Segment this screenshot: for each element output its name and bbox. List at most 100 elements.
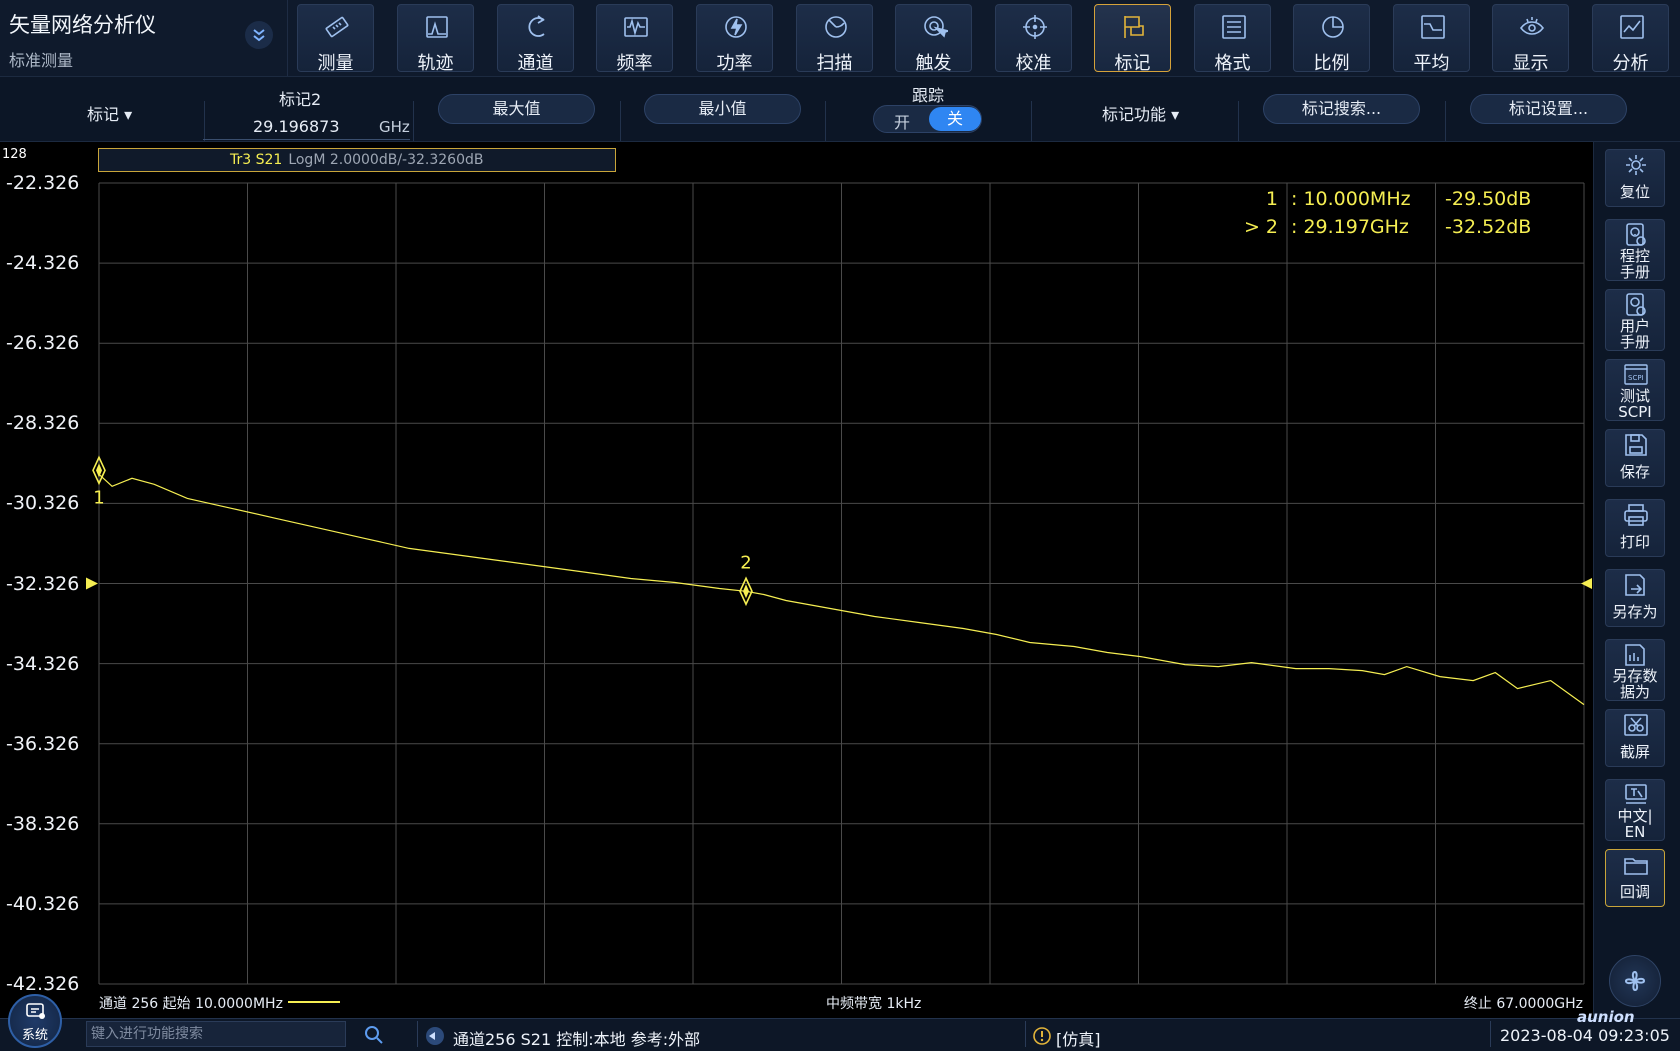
side-button-screenshot[interactable]: 截屏	[1605, 709, 1665, 767]
toolbar-button-ruler[interactable]: 测量	[297, 4, 374, 74]
datetime: 2023-08-04 09:23:05	[1500, 1026, 1670, 1045]
y-axis-tick-label: -34.326	[6, 652, 80, 675]
ruler-icon	[325, 16, 349, 38]
marker-1-label: 1	[93, 487, 104, 508]
app-header: 矢量网络分析仪 标准测量	[0, 0, 288, 76]
programming-manual-icon	[1626, 223, 1646, 246]
user-manual-icon	[1626, 293, 1646, 316]
toolbar-button-format[interactable]: 格式	[1194, 4, 1271, 74]
toolbar-button-marker-flag[interactable]: 标记	[1094, 4, 1171, 74]
side-button-label: 另存数 据为	[1612, 667, 1658, 701]
calibration-icon	[1023, 15, 1047, 39]
reference-level-left-arrow	[86, 577, 98, 590]
marker-search-button[interactable]: 标记搜索...	[1263, 94, 1420, 124]
marker-dropdown[interactable]: 标记 ▾	[87, 101, 132, 125]
brand-logo: aunion	[1577, 1008, 1635, 1026]
brand-logo-text: aunion	[1577, 1008, 1635, 1026]
side-button-label: 程控 手册	[1619, 247, 1650, 281]
side-button-save-data-as[interactable]: 另存数 据为	[1605, 639, 1665, 701]
side-button-save[interactable]: 保存	[1605, 429, 1665, 487]
side-button-recall-folder[interactable]: 回调	[1605, 849, 1665, 907]
double-chevron-down-icon[interactable]	[245, 21, 273, 49]
toolbar-button-scale[interactable]: 比例	[1293, 4, 1370, 74]
tracking-on-option[interactable]: 开	[894, 109, 910, 133]
active-marker-label: 标记2	[279, 90, 322, 109]
marker-function-dropdown[interactable]: 标记功能 ▾	[1102, 101, 1179, 125]
warning-icon	[1033, 1027, 1051, 1045]
format-icon	[1222, 15, 1246, 39]
trace-color-swatch	[288, 1001, 340, 1003]
y-axis-tick-label: -22.326	[6, 172, 80, 194]
app-title: 矢量网络分析仪	[9, 13, 156, 37]
toolbar-button-channel[interactable]: 通道	[497, 4, 574, 74]
side-button-programming-manual[interactable]: 程控 手册	[1605, 219, 1665, 281]
y-axis-tick-label: -24.326	[6, 252, 80, 275]
toolbar-button-label: 触发	[915, 53, 952, 74]
y-axis-tick-label: -40.326	[6, 892, 80, 915]
marker-readout-id: > 2	[1244, 216, 1278, 238]
system-button[interactable]: 系统	[8, 994, 62, 1048]
marker-flag-icon	[1124, 16, 1144, 38]
divider	[1490, 1021, 1491, 1047]
toolbar-button-analysis[interactable]: 分析	[1592, 4, 1669, 74]
marker-settings-button[interactable]: 标记设置...	[1470, 94, 1627, 124]
marker-readout-frequency: : 29.197GHz	[1291, 216, 1409, 238]
divider	[825, 101, 826, 141]
top-toolbar: 矢量网络分析仪 标准测量 测量 轨迹 通道 频率 功率 扫描 触发 校准 标记 格式 比例 平均 显示 分…	[0, 0, 1680, 76]
scpi-test-icon: SCPI	[1624, 364, 1648, 385]
y-axis-tick-label: -26.326	[6, 332, 80, 355]
power-icon	[725, 16, 747, 38]
measurement-mode: 标准测量	[9, 51, 74, 70]
search-icon[interactable]	[363, 1024, 385, 1046]
divider	[413, 101, 414, 141]
side-button-user-manual[interactable]: 用户 手册	[1605, 289, 1665, 351]
toolbar-button-trace[interactable]: 轨迹	[397, 4, 474, 74]
side-button-reset-gear[interactable]: 复位	[1605, 149, 1665, 207]
toolbar-button-label: 扫描	[816, 53, 853, 74]
toolbar-button-display-eye[interactable]: 显示	[1492, 4, 1569, 74]
marker-function-label: 标记功能	[1102, 105, 1167, 124]
side-button-label: 截屏	[1619, 743, 1650, 761]
language-icon	[1625, 784, 1647, 804]
divider	[204, 101, 205, 141]
active-marker-unit[interactable]: GHz	[379, 118, 410, 136]
side-button-scpi-test[interactable]: SCPI 测试 SCPI	[1605, 359, 1665, 421]
max-value-button[interactable]: 最大值	[438, 94, 595, 124]
reference-level-right-arrow	[1581, 578, 1592, 589]
divider	[1238, 101, 1239, 141]
side-button-language[interactable]: 中文| EN	[1605, 779, 1665, 841]
divider	[620, 101, 621, 141]
side-button-print[interactable]: 打印	[1605, 499, 1665, 557]
trace-header[interactable]: Tr3 S21 LogM 2.0000dB/-32.3260dB	[98, 148, 616, 172]
min-value-button[interactable]: 最小值	[644, 94, 801, 124]
toolbar-button-frequency[interactable]: 频率	[596, 4, 673, 74]
toolbar-button-trigger[interactable]: 触发	[895, 4, 972, 74]
channel-status: 通道256 S21 控制:本地 参考:外部	[453, 1030, 701, 1049]
marker-readout-id: 1	[1266, 188, 1278, 210]
save-as-icon	[1625, 574, 1645, 596]
side-button-label: 测试 SCPI	[1618, 387, 1652, 421]
fan-menu-icon[interactable]	[1609, 955, 1661, 1007]
toolbar-button-power[interactable]: 功率	[696, 4, 773, 74]
function-search-input[interactable]	[86, 1021, 346, 1047]
print-icon	[1624, 504, 1648, 526]
toolbar-button-label: 标记	[1114, 53, 1151, 74]
tracking-off-option[interactable]: 关	[929, 107, 981, 131]
svg-text:SCPI: SCPI	[1628, 374, 1644, 382]
softkey-bar: 标记 ▾ 标记2 29.196873 GHz 最大值 最小值 跟踪 开 关 标记…	[0, 76, 1680, 142]
toolbar-button-label: 频率	[616, 53, 653, 74]
toolbar-button-label: 比例	[1313, 53, 1350, 74]
marker-readout-value: -29.50dB	[1445, 188, 1531, 210]
toolbar-button-sweep[interactable]: 扫描	[796, 4, 873, 74]
toolbar-button-average[interactable]: 平均	[1393, 4, 1470, 74]
system-icon	[26, 1003, 45, 1019]
active-marker-frequency-input[interactable]: 29.196873	[253, 117, 340, 136]
divider	[1025, 1021, 1026, 1047]
toolbar-button-calibration[interactable]: 校准	[995, 4, 1072, 74]
side-button-save-as[interactable]: 另存为	[1605, 569, 1665, 627]
trace-chart[interactable]: 1 2 1: 10.000MHz -29.50dB > 2: 29.197GHz -32.…	[0, 142, 1592, 1018]
tracking-toggle[interactable]: 开 关	[873, 105, 982, 133]
y-axis-tick-label: -32.326	[6, 572, 80, 595]
side-button-label: 回调	[1619, 883, 1650, 901]
marker-readout-value: -32.52dB	[1445, 216, 1531, 238]
